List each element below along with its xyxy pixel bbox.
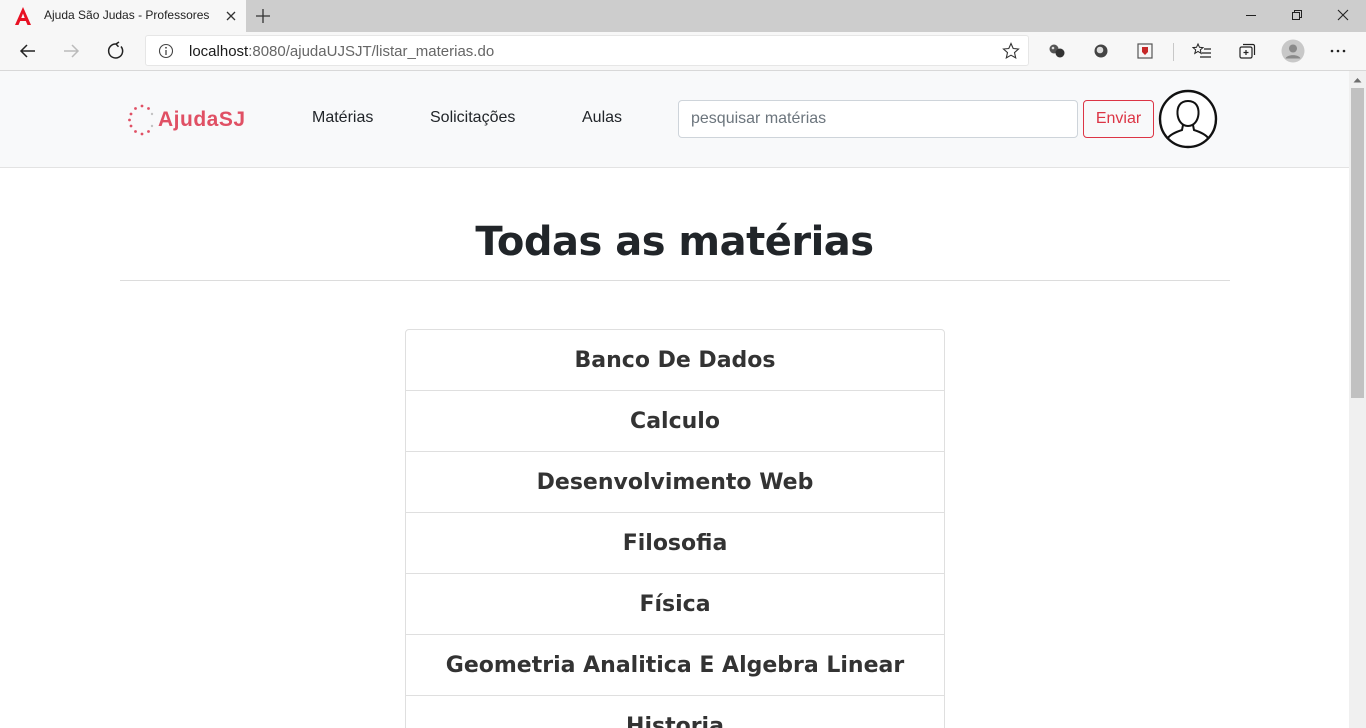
browser-toolbar: localhost:8080/ajudaUJSJT/listar_materia… [0, 32, 1366, 71]
profile-avatar-icon [1281, 39, 1305, 63]
page-title: Todas as matérias [475, 219, 874, 265]
new-tab-icon[interactable] [252, 5, 274, 27]
subject-item-fisica[interactable]: Física [406, 574, 944, 635]
address-bar[interactable]: localhost:8080/ajudaUJSJT/listar_materia… [145, 35, 1029, 66]
subject-item-banco-de-dados[interactable]: Banco De Dados [406, 330, 944, 391]
forward-button[interactable] [56, 36, 86, 66]
subject-item-geometria-analitica[interactable]: Geometria Analitica E Algebra Linear [406, 635, 944, 696]
extension-circle-icon [1094, 44, 1108, 58]
minimize-window-button[interactable] [1228, 0, 1274, 30]
user-avatar-icon[interactable] [1158, 89, 1218, 149]
tab-title: Ajuda São Judas - Professores [44, 8, 210, 22]
favorites-list-icon [1192, 42, 1211, 58]
scroll-up-arrow-icon[interactable] [1349, 71, 1366, 88]
nav-link-materias[interactable]: Matérias [312, 109, 373, 127]
forward-arrow-icon [64, 44, 80, 58]
restore-window-button[interactable] [1274, 0, 1320, 30]
page-scrollbar[interactable] [1349, 71, 1366, 728]
minimize-icon [1246, 15, 1256, 16]
favorites-button[interactable] [1191, 40, 1213, 62]
nav-link-aulas[interactable]: Aulas [582, 109, 622, 127]
scrollbar-thumb[interactable] [1351, 88, 1364, 398]
brand-name: AjudaSJ [158, 108, 246, 131]
extension-button-2[interactable] [1090, 40, 1112, 62]
close-tab-icon[interactable] [222, 7, 240, 25]
extension-balls-icon [1049, 44, 1065, 58]
extension-button-3[interactable] [1134, 40, 1156, 62]
subject-item-filosofia[interactable]: Filosofia [406, 513, 944, 574]
close-icon [1337, 9, 1349, 21]
subject-item-calculo[interactable]: Calculo [406, 391, 944, 452]
more-dots-icon [1330, 49, 1346, 53]
favorite-star-icon[interactable] [1002, 42, 1020, 60]
refresh-button[interactable] [101, 36, 131, 66]
url-path: :8080/ajudaUJSJT/listar_materias.do [248, 43, 495, 60]
subject-item-historia[interactable]: Historia [406, 696, 944, 728]
page-viewport: AjudaSJ Matérias Solicitações Aulas Envi… [0, 71, 1349, 728]
url-text: localhost:8080/ajudaUJSJT/listar_materia… [189, 43, 494, 60]
extension-shield-icon [1137, 43, 1153, 59]
back-button[interactable] [13, 36, 43, 66]
profile-button[interactable] [1281, 39, 1305, 63]
toolbar-separator [1173, 43, 1174, 61]
brand-logo-link[interactable]: AjudaSJ [126, 102, 246, 138]
back-arrow-icon [19, 44, 35, 58]
url-host: localhost [189, 43, 249, 60]
info-icon[interactable] [158, 43, 174, 59]
refresh-icon [107, 41, 124, 59]
site-navbar: AjudaSJ Matérias Solicitações Aulas Envi… [0, 71, 1349, 168]
subject-list: Banco De Dados Calculo Desenvolvimento W… [405, 329, 945, 728]
settings-more-button[interactable] [1327, 40, 1349, 62]
subject-item-desenvolvimento-web[interactable]: Desenvolvimento Web [406, 452, 944, 513]
close-window-button[interactable] [1320, 0, 1366, 30]
restore-icon [1292, 10, 1302, 20]
search-input[interactable] [678, 100, 1078, 138]
site-favicon-icon [15, 7, 31, 25]
nav-link-solicitacoes[interactable]: Solicitações [430, 109, 515, 127]
browser-tab[interactable]: Ajuda São Judas - Professores [0, 0, 246, 32]
collections-icon [1239, 43, 1256, 59]
title-divider [120, 280, 1230, 281]
brand-sun-icon [128, 104, 154, 136]
extension-button-1[interactable] [1046, 40, 1068, 62]
submit-search-button[interactable]: Enviar [1083, 100, 1154, 138]
browser-tab-bar: Ajuda São Judas - Professores [0, 0, 1366, 32]
collections-button[interactable] [1236, 40, 1258, 62]
